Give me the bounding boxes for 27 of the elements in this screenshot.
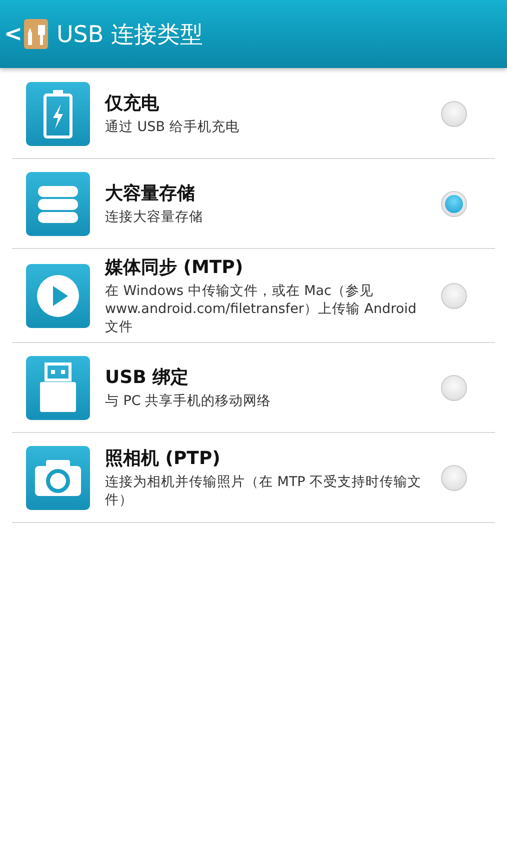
usb-cable-icon xyxy=(24,19,48,49)
radio-button[interactable] xyxy=(441,190,467,216)
option-row[interactable]: 仅充电 通过 USB 给手机充电 xyxy=(12,69,495,159)
option-title: 照相机 (PTP) xyxy=(105,447,222,470)
radio-button[interactable] xyxy=(441,374,467,400)
option-title: 大容量存储 xyxy=(105,182,196,205)
screen-title: USB 连接类型 xyxy=(56,20,203,50)
option-row[interactable]: 大容量存储 连接大容量存储 xyxy=(12,159,495,249)
radio-button[interactable] xyxy=(441,282,467,308)
camera-icon xyxy=(26,446,90,510)
radio-button[interactable] xyxy=(441,464,467,490)
option-title: 媒体同步 (MTP) xyxy=(105,256,244,279)
option-row[interactable]: USB 绑定 与 PC 共享手机的移动网络 xyxy=(12,343,495,433)
usb-drive-icon xyxy=(26,356,90,420)
radio-button[interactable] xyxy=(441,100,467,126)
option-description: 连接大容量存储 xyxy=(105,208,204,226)
option-title: 仅充电 xyxy=(105,92,160,115)
option-description: 连接为相机并传输照片（在 MTP 不受支持时传输文件） xyxy=(105,473,423,509)
play-icon xyxy=(26,264,90,328)
option-title: USB 绑定 xyxy=(105,366,190,389)
option-description: 通过 USB 给手机充电 xyxy=(105,118,240,136)
option-description: 与 PC 共享手机的移动网络 xyxy=(105,392,272,410)
option-row[interactable]: 媒体同步 (MTP) 在 Windows 中传输文件，或在 Mac（参见 www.android.com/filetransfer）上传输 Android 文件 xyxy=(12,249,495,343)
battery-icon xyxy=(26,82,90,146)
option-row[interactable]: 照相机 (PTP) 连接为相机并传输照片（在 MTP 不受支持时传输文件） xyxy=(12,433,495,523)
option-description: 在 Windows 中传输文件，或在 Mac（参见 www.android.com/filetransfer）上传输 Android 文件 xyxy=(105,282,418,336)
database-icon xyxy=(26,172,90,236)
